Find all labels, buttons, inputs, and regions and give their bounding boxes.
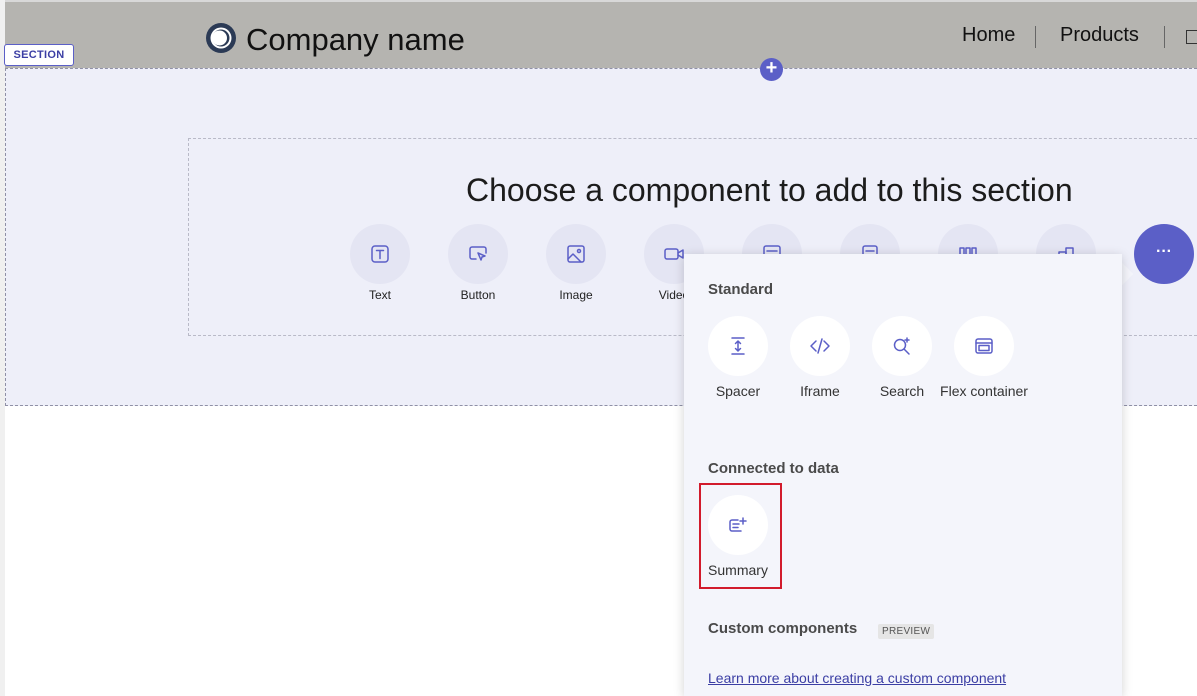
more-components-button[interactable]: ···: [1134, 224, 1194, 284]
flex-container-icon: [975, 338, 993, 354]
component-button[interactable]: Button: [448, 224, 508, 302]
component-flex-container[interactable]: Flex container: [940, 316, 1028, 399]
button-icon: [469, 246, 487, 261]
component-summary[interactable]: Summary: [708, 495, 770, 578]
nav-products[interactable]: Products: [1060, 24, 1139, 47]
chooser-title: Choose a component to add to this sectio…: [466, 172, 1073, 208]
component-iframe[interactable]: Iframe: [790, 316, 852, 399]
more-components-popup: Standard Spacer Iframe Search Flex conta…: [684, 254, 1122, 696]
code-icon: [810, 338, 830, 354]
spacer-icon: [731, 337, 745, 355]
component-text[interactable]: Text: [350, 224, 410, 302]
component-spacer[interactable]: Spacer: [708, 316, 770, 399]
custom-components-heading: Custom components: [708, 620, 858, 637]
video-icon: [664, 248, 684, 260]
nav-overflow-item[interactable]: [1186, 30, 1197, 44]
standard-heading: Standard: [708, 281, 774, 298]
learn-more-link[interactable]: Learn more about creating a custom compo…: [708, 670, 1006, 686]
company-logo-icon: [206, 23, 236, 53]
company-name[interactable]: Company name: [246, 22, 465, 58]
summary-icon: [729, 517, 747, 532]
text-icon: [371, 245, 389, 263]
component-flex-container-label: Flex container: [940, 383, 1028, 399]
component-button-label: Button: [460, 288, 496, 302]
search-icon: [893, 337, 910, 355]
preview-badge: PREVIEW: [878, 624, 935, 639]
site-header: Company name Home Products: [5, 0, 1197, 68]
component-image[interactable]: Image: [546, 224, 606, 302]
nav-divider: [1035, 26, 1036, 48]
nav-home[interactable]: Home: [962, 24, 1015, 47]
connected-heading: Connected to data: [708, 460, 839, 477]
add-section-button[interactable]: +: [760, 58, 783, 81]
image-icon: [567, 245, 585, 263]
nav-divider: [1164, 26, 1165, 48]
component-image-label: Image: [559, 288, 593, 302]
component-search[interactable]: Search: [872, 316, 934, 399]
component-text-label: Text: [368, 288, 391, 302]
section-badge: SECTION: [4, 44, 74, 66]
component-summary-label: Summary: [708, 562, 768, 578]
